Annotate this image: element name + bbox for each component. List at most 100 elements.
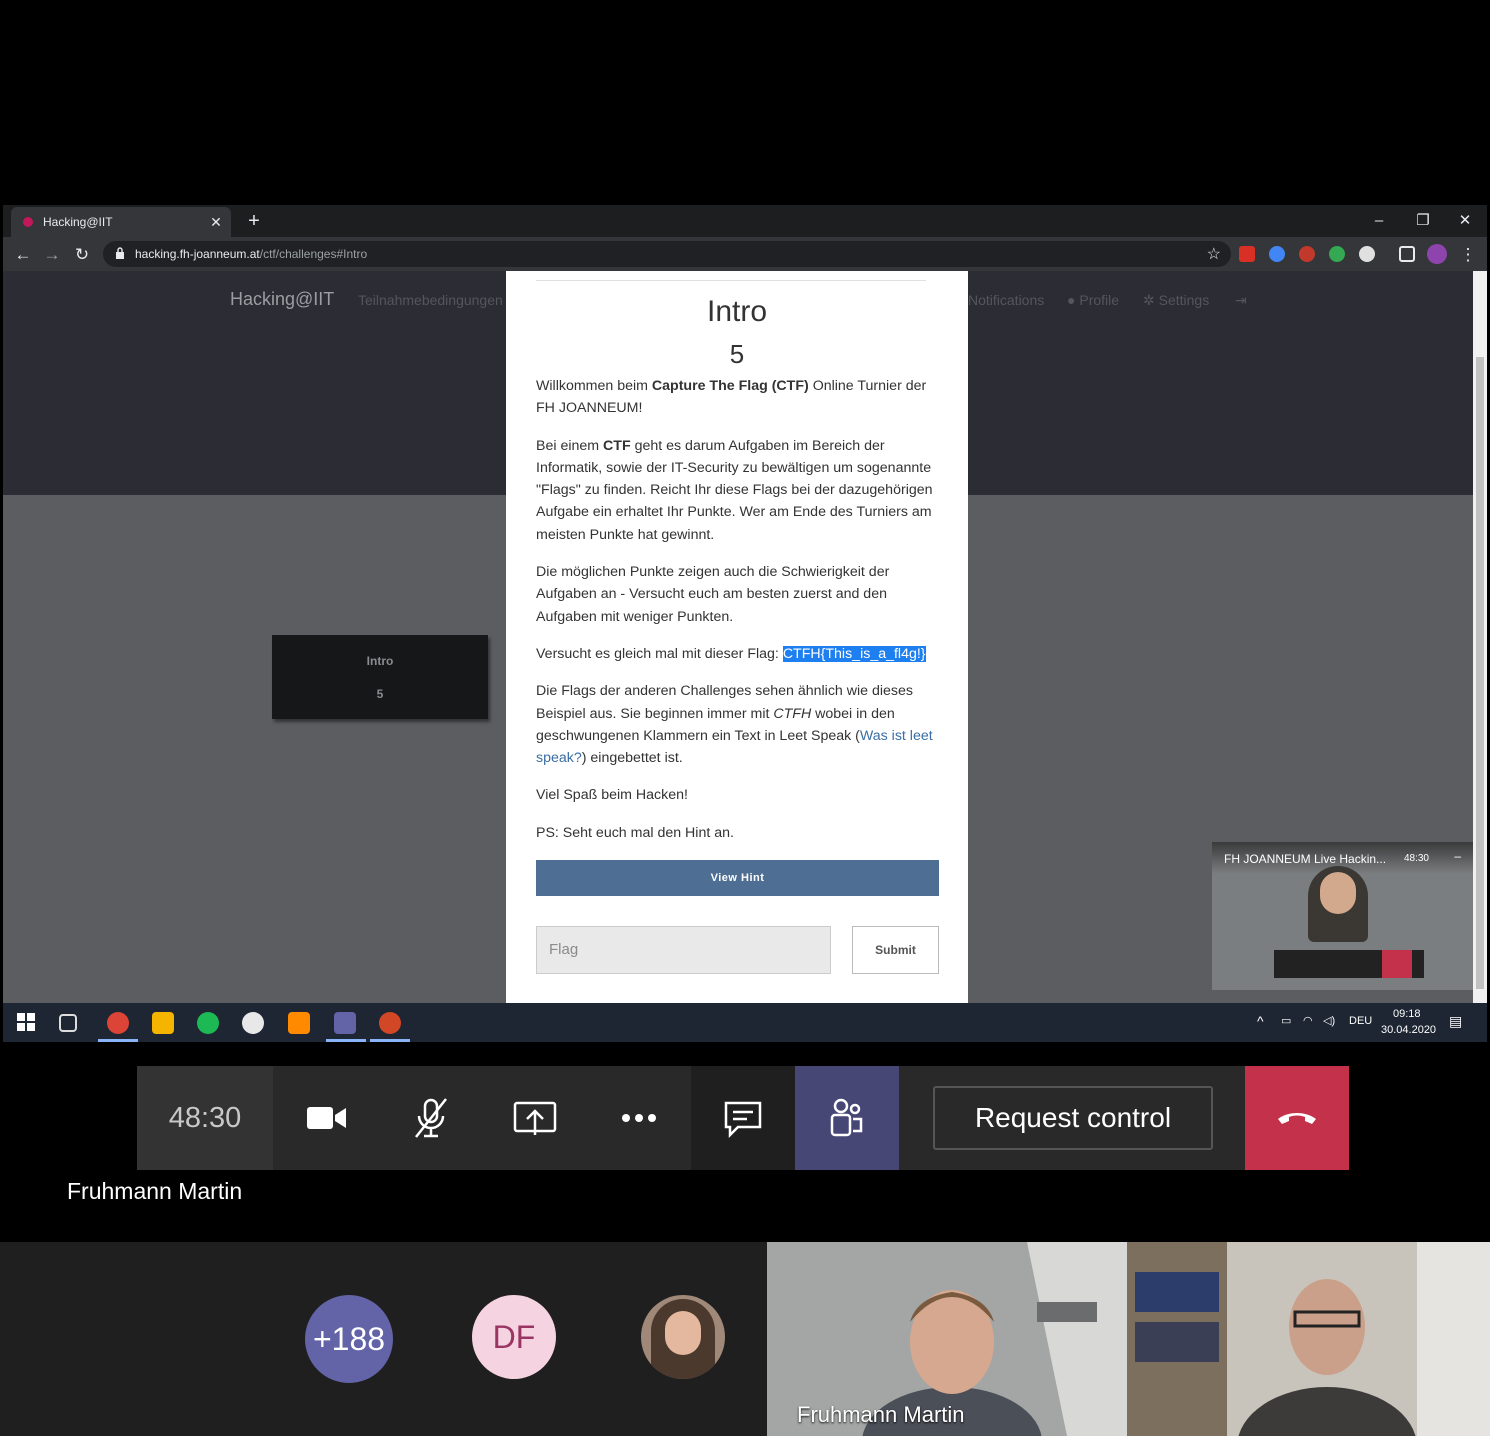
mini-call-video-face — [1320, 872, 1356, 914]
nav-link-settings[interactable]: ✲ Settings — [1143, 292, 1209, 309]
challenge-title: Intro — [706, 295, 768, 328]
mini-call-time: 48:30 — [1403, 853, 1429, 864]
site-brand[interactable]: Hacking@IIT — [230, 289, 334, 310]
participant-video-tile-1[interactable]: Fruhmann Martin — [767, 1242, 1127, 1436]
challenge-description: Willkommen beim Capture The Flag (CTF) O… — [536, 375, 941, 859]
chrome-taskbar-icon[interactable] — [107, 1012, 129, 1034]
participants-strip: +188 DF Fruhmann Martin — [0, 1242, 1490, 1436]
back-arrow-icon[interactable]: ← — [12, 244, 34, 266]
address-bar[interactable]: hacking.fh-joanneum.at/ctf/challenges#In… — [103, 241, 1231, 267]
browser-tab[interactable]: Hacking@IIT ✕ — [11, 207, 231, 237]
nav-link-notifications[interactable]: Notifications — [968, 292, 1044, 308]
user-circle-icon: ● — [1067, 292, 1076, 308]
chat-icon — [724, 1101, 762, 1139]
extension-blue-icon[interactable] — [1269, 246, 1285, 262]
desc-paragraph-3: Die möglichen Punkte zeigen auch die Sch… — [536, 564, 890, 625]
forward-arrow-icon[interactable]: → — [41, 244, 63, 266]
meeting-controls-bar: 48:30 Request control — [137, 1066, 1349, 1170]
bookmark-star-icon[interactable]: ☆ — [1207, 244, 1221, 264]
tray-chevron-icon[interactable]: ^ — [1257, 1013, 1264, 1029]
nav-link-terms[interactable]: Teilnahmebedingungen — [358, 292, 503, 308]
spotify-icon[interactable] — [197, 1012, 219, 1034]
desc-paragraph-2: Bei einem CTF geht es darum Aufgaben im … — [536, 437, 933, 543]
flag-input[interactable]: Flag — [536, 926, 831, 974]
video-frame-2 — [1127, 1242, 1490, 1436]
modal-tab-divider — [536, 271, 926, 281]
browser-tab-bar: Hacking@IIT ✕ + – ❐ ✕ — [3, 205, 1487, 237]
shared-screen: Hacking@IIT ✕ + – ❐ ✕ ← → ↻ hacking.fh-j… — [3, 205, 1487, 1042]
hang-up-button[interactable] — [1245, 1066, 1349, 1170]
browser-menu-icon[interactable]: ⋮ — [1457, 244, 1479, 266]
nav-link-profile[interactable]: ● Profile — [1067, 292, 1119, 308]
page-scrollbar[interactable] — [1473, 271, 1487, 1003]
meeting-timer: 48:30 — [137, 1066, 273, 1170]
teams-taskbar-icon[interactable] — [334, 1012, 356, 1034]
desc-paragraph-7: PS: Seht euch mal den Hint an. — [536, 824, 734, 841]
overflow-participants-avatar[interactable]: +188 — [305, 1295, 393, 1383]
powerpoint-icon[interactable] — [379, 1012, 401, 1034]
adblock-icon[interactable] — [1299, 246, 1315, 262]
clock-time[interactable]: 09:18 — [1393, 1008, 1421, 1020]
camera-button[interactable] — [275, 1066, 379, 1170]
participant-avatar-df[interactable]: DF — [472, 1295, 556, 1379]
window-close-icon[interactable]: ✕ — [1455, 211, 1475, 231]
sublime-text-icon[interactable] — [288, 1012, 310, 1034]
more-actions-button[interactable] — [587, 1066, 691, 1170]
windows-start-icon[interactable] — [17, 1013, 35, 1031]
tab-close-icon[interactable]: ✕ — [207, 213, 225, 231]
extension-grey-icon[interactable] — [1359, 246, 1375, 262]
mini-call-hangup-icon[interactable] — [1382, 950, 1412, 978]
input-language[interactable]: DEU — [1349, 1015, 1372, 1027]
hang-up-phone-icon — [1278, 1113, 1316, 1124]
extension-mail-icon[interactable] — [1239, 246, 1255, 262]
mini-call-window[interactable]: FH JOANNEUM Live Hackin... 48:30 – — [1212, 842, 1473, 990]
request-control-button[interactable]: Request control — [933, 1086, 1213, 1150]
lock-icon — [116, 247, 124, 259]
mini-call-title: FH JOANNEUM Live Hackin... — [1212, 842, 1473, 874]
window-minimize-icon[interactable]: – — [1369, 211, 1389, 231]
profile-avatar[interactable] — [1427, 244, 1447, 264]
file-explorer-icon[interactable] — [152, 1012, 174, 1034]
reload-icon[interactable]: ↻ — [71, 244, 93, 266]
ellipsis-icon — [622, 1114, 656, 1122]
logout-icon[interactable]: ⇥ — [1235, 292, 1247, 309]
desc-paragraph-4: Versucht es gleich mal mit dieser Flag: … — [536, 645, 926, 662]
action-center-icon[interactable]: ▤ — [1449, 1013, 1462, 1030]
powerpoint-active-indicator — [370, 1039, 410, 1042]
chat-button[interactable] — [691, 1066, 795, 1170]
mini-call-minimize-icon[interactable]: – — [1454, 849, 1461, 863]
challenge-card-intro[interactable]: Intro 5 — [272, 635, 488, 719]
share-tray-icon — [513, 1101, 557, 1135]
share-screen-button[interactable] — [483, 1066, 587, 1170]
cast-icon[interactable] — [1399, 246, 1415, 262]
chrome-active-indicator — [98, 1039, 138, 1042]
participant-photo-avatar[interactable] — [641, 1295, 725, 1379]
submit-button[interactable]: Submit — [852, 926, 939, 974]
tab-title: Hacking@IIT — [43, 215, 113, 229]
desc-paragraph-1: Willkommen beim Capture The Flag (CTF) O… — [536, 378, 927, 417]
slack-icon[interactable] — [242, 1012, 264, 1034]
view-hint-button[interactable]: View Hint — [536, 860, 939, 896]
browser-toolbar: ← → ↻ hacking.fh-joanneum.at/ctf/challen… — [3, 237, 1487, 271]
video-tile-1-name: Fruhmann Martin — [797, 1402, 965, 1427]
task-view-icon[interactable] — [59, 1014, 77, 1032]
mute-button[interactable] — [379, 1066, 483, 1170]
new-tab-icon[interactable]: + — [243, 210, 265, 232]
battery-icon[interactable]: ▭ — [1281, 1014, 1291, 1027]
extension-green-icon[interactable] — [1329, 246, 1345, 262]
participant-video-tile-2[interactable] — [1127, 1242, 1490, 1436]
teams-active-indicator — [326, 1039, 366, 1042]
challenge-card-value: 5 — [376, 687, 384, 701]
scrollbar-thumb[interactable] — [1476, 357, 1484, 989]
challenge-value: 5 — [729, 339, 745, 369]
window-restore-icon[interactable]: ❐ — [1413, 211, 1433, 231]
avatar-photo-face — [665, 1311, 701, 1355]
clock-date[interactable]: 30.04.2020 — [1381, 1024, 1436, 1036]
video-camera-icon — [307, 1107, 346, 1129]
wifi-icon[interactable]: ◠ — [1303, 1014, 1313, 1027]
participants-button[interactable] — [795, 1066, 899, 1170]
windows-taskbar: ^ ▭ ◠ ◁) DEU 09:18 30.04.2020 ▤ — [3, 1003, 1487, 1042]
selected-flag-text[interactable]: CTFH{This_is_a_fl4g!} — [782, 645, 926, 662]
volume-icon[interactable]: ◁) — [1323, 1014, 1335, 1027]
presenter-name: Fruhmann Martin — [67, 1178, 243, 1204]
